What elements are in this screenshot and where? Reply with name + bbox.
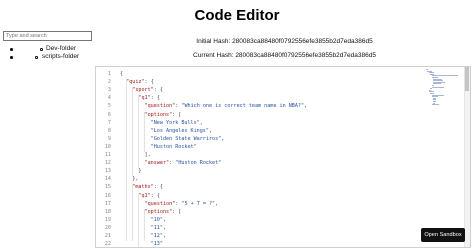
indent-guide	[132, 184, 133, 242]
bullet-icon	[10, 48, 13, 51]
line-number: 6	[107, 111, 111, 118]
line-number: 2	[107, 79, 111, 86]
scrollbar-thumb[interactable]	[465, 67, 469, 91]
line-number: 11	[104, 152, 111, 158]
line-number: 8	[107, 127, 111, 134]
line-number: 19	[104, 216, 111, 223]
line-number: 18	[104, 208, 111, 215]
line-number: 14	[104, 176, 111, 183]
search-input[interactable]	[3, 31, 92, 41]
line-number: 20	[104, 224, 111, 231]
page-title: Code Editor	[194, 7, 280, 24]
minimap[interactable]	[424, 67, 464, 247]
line-number: 5	[107, 103, 111, 110]
code-area[interactable]: { "quiz": { "sport": { "q1": { "question…	[120, 67, 424, 247]
indent-guide	[144, 111, 145, 152]
line-number: 15	[104, 184, 111, 191]
code-line: "question": "5 + 7 = ?",	[144, 200, 219, 207]
minimap-line	[433, 83, 441, 85]
code-line: {	[120, 71, 124, 77]
line-number: 13	[104, 168, 111, 175]
indent-guide	[132, 87, 133, 177]
line-number: 1	[107, 71, 111, 77]
bullet-icon	[10, 56, 13, 59]
line-number: 22	[104, 241, 111, 248]
code-line: "options": [	[144, 111, 182, 118]
initial-hash: Initial Hash: 280083ca88480f0792556efe38…	[196, 38, 373, 45]
sub-bullet-icon	[40, 48, 43, 51]
tree-item-label: scripts-folder	[42, 53, 80, 60]
line-number: 9	[107, 135, 111, 142]
code-line: ],	[120, 152, 151, 158]
current-hash: Current Hash: 280083ca88480f0792556efe38…	[193, 52, 376, 59]
code-line: "13"	[150, 241, 163, 248]
vertical-scrollbar[interactable]	[464, 67, 470, 247]
indent-guide	[126, 79, 127, 242]
code-line: "Golden State Warriros",	[150, 135, 225, 142]
line-number: 10	[104, 143, 111, 150]
indent-guide	[144, 208, 145, 242]
line-number: 3	[107, 87, 111, 94]
minimap-line	[431, 86, 445, 88]
line-number: 12	[104, 160, 111, 167]
line-number: 4	[107, 95, 111, 102]
open-sandbox-button[interactable]: Open Sandbox	[421, 228, 465, 242]
code-line: }	[120, 168, 142, 175]
code-line: "question": "Which one is correct team n…	[144, 103, 308, 110]
line-number: 21	[104, 233, 111, 239]
code-line: "answer": "Huston Rocket"	[144, 160, 222, 167]
line-number: 17	[104, 200, 111, 207]
sub-bullet-icon	[35, 56, 38, 59]
line-number: 16	[104, 192, 111, 199]
line-number-gutter: 1 2 3 4 5 6 7 8 9 10 11 12 13 14 15 16 17 18 19 20 21 22	[96, 67, 113, 247]
line-number: 7	[107, 119, 111, 126]
tree-item-label: Dev-folder	[46, 45, 76, 52]
minimap-line	[431, 104, 439, 106]
indent-guide	[138, 192, 139, 247]
indent-guide	[138, 95, 139, 169]
code-line: "Los Angeles Kings",	[150, 127, 213, 134]
code-line: "options": [	[144, 208, 182, 215]
code-editor[interactable]: 1 2 3 4 5 6 7 8 9 10 11 12 13 14 15 16 17 18 19 20 21 22 { "q…	[95, 66, 471, 248]
code-line: },	[120, 176, 139, 183]
